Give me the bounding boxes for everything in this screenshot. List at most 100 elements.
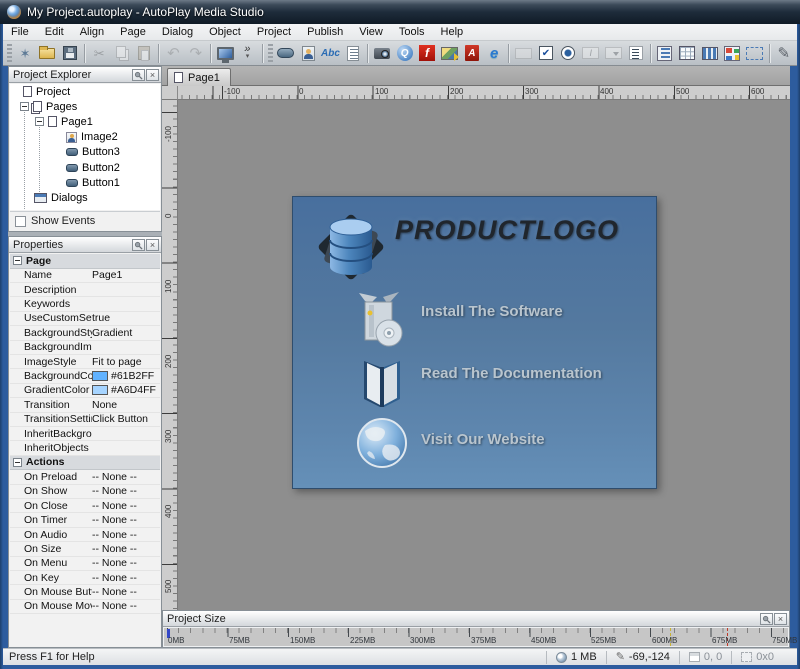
pin-icon[interactable] xyxy=(132,69,145,81)
install-software-button[interactable]: Install The Software xyxy=(421,303,563,320)
tab-page1[interactable]: Page1 xyxy=(167,68,231,86)
close-icon[interactable]: × xyxy=(774,613,787,625)
pdf-object-icon[interactable]: A xyxy=(461,42,483,65)
toolbar-grip-2[interactable] xyxy=(268,44,273,62)
image-object-icon[interactable] xyxy=(297,42,319,65)
menu-file[interactable]: File xyxy=(3,24,37,40)
layout-object-icon[interactable] xyxy=(721,42,743,65)
property-row[interactable]: GradientColor #A6D4FF xyxy=(10,384,160,398)
select-tool-icon[interactable] xyxy=(743,42,765,65)
website-button[interactable]: Visit Our Website xyxy=(421,431,545,448)
menu-dialog[interactable]: Dialog xyxy=(154,24,201,40)
label-object-icon[interactable]: Abc xyxy=(319,42,341,65)
combobox-object-icon[interactable] xyxy=(602,42,624,65)
paste-icon[interactable] xyxy=(133,42,155,65)
properties-header[interactable]: Properties × xyxy=(9,237,161,253)
pencil-tool-icon[interactable]: ✎ xyxy=(773,42,795,65)
action-row[interactable]: On Mouse Mov-- None -- xyxy=(10,600,160,614)
button-object-icon[interactable] xyxy=(275,42,297,65)
tree-node-page1[interactable]: Page1 xyxy=(10,114,160,129)
tree-node-pages[interactable]: Pages xyxy=(10,99,160,114)
video-object-icon[interactable] xyxy=(371,42,393,65)
action-row[interactable]: On Audio-- None -- xyxy=(10,528,160,542)
collapse-icon[interactable] xyxy=(20,102,29,111)
section-actions[interactable]: Actions xyxy=(10,456,160,471)
menu-align[interactable]: Align xyxy=(72,24,112,40)
product-logo-text[interactable]: PRODUCTLOGO xyxy=(395,215,619,246)
property-row[interactable]: BackgroundStylGradient xyxy=(10,326,160,340)
listbox-object-icon[interactable] xyxy=(624,42,646,65)
action-row[interactable]: On Close-- None -- xyxy=(10,499,160,513)
tree-node-button2[interactable]: Button2 xyxy=(10,160,160,175)
tree-node-image2[interactable]: Image2 xyxy=(10,130,160,145)
title-bar[interactable]: My Project.autoplay - AutoPlay Media Stu… xyxy=(0,0,800,24)
action-row[interactable]: On Show-- None -- xyxy=(10,485,160,499)
menu-tools[interactable]: Tools xyxy=(391,24,433,40)
new-project-icon[interactable]: ✶ xyxy=(14,42,36,65)
project-size-header[interactable]: Project Size × xyxy=(163,611,789,627)
property-row[interactable]: BackgroundIma xyxy=(10,341,160,355)
web-object-icon[interactable]: e xyxy=(483,42,505,65)
collapse-icon[interactable] xyxy=(13,458,22,467)
hotspot-object-icon[interactable] xyxy=(698,42,720,65)
tree-node-dialogs[interactable]: Dialogs xyxy=(10,190,160,205)
pin-icon[interactable] xyxy=(760,613,773,625)
tree-object-icon[interactable] xyxy=(654,42,676,65)
property-row[interactable]: Keywords xyxy=(10,297,160,311)
menu-project[interactable]: Project xyxy=(249,24,299,40)
collapse-icon[interactable] xyxy=(35,117,44,126)
action-row[interactable]: On Menu-- None -- xyxy=(10,557,160,571)
radio-object-icon[interactable] xyxy=(557,42,579,65)
menu-help[interactable]: Help xyxy=(433,24,472,40)
property-row[interactable]: Description xyxy=(10,283,160,297)
property-row[interactable]: InheritBackgrou xyxy=(10,427,160,441)
copy-icon[interactable] xyxy=(110,42,132,65)
grid-object-icon[interactable] xyxy=(676,42,698,65)
quicktime-object-icon[interactable]: Q xyxy=(393,42,415,65)
paragraph-object-icon[interactable] xyxy=(342,42,364,65)
property-row[interactable]: BackgroundCol #61B2FF xyxy=(10,369,160,383)
toolbar-overflow-button[interactable]: »▾ xyxy=(236,42,258,65)
open-icon[interactable] xyxy=(36,42,58,65)
menu-edit[interactable]: Edit xyxy=(37,24,72,40)
input-object-icon[interactable] xyxy=(512,42,534,65)
tree-node-project[interactable]: Project xyxy=(10,84,160,99)
action-row[interactable]: On Timer-- None -- xyxy=(10,513,160,527)
collapse-icon[interactable] xyxy=(13,256,22,265)
property-row[interactable]: InheritObjects xyxy=(10,441,160,455)
slideshow-object-icon[interactable] xyxy=(438,42,460,65)
property-row[interactable]: NamePage1 xyxy=(10,269,160,283)
tree-node-button1[interactable]: Button1 xyxy=(10,175,160,190)
edit-object-icon[interactable]: I xyxy=(580,42,602,65)
website-globe-icon[interactable] xyxy=(355,417,409,471)
action-row[interactable]: On Key-- None -- xyxy=(10,571,160,585)
property-row[interactable]: UseCustomSetttrue xyxy=(10,312,160,326)
color-swatch[interactable] xyxy=(92,371,108,381)
documentation-button[interactable]: Read The Documentation xyxy=(421,365,602,382)
close-icon[interactable]: × xyxy=(146,69,159,81)
action-row[interactable]: On Preload-- None -- xyxy=(10,470,160,484)
menu-object[interactable]: Object xyxy=(201,24,249,40)
pin-icon[interactable] xyxy=(132,239,145,251)
redo-icon[interactable]: ↷ xyxy=(185,42,207,65)
cut-icon[interactable]: ✂ xyxy=(88,42,110,65)
property-row[interactable]: ImageStyleFit to page xyxy=(10,355,160,369)
checkbox-object-icon[interactable]: ✔ xyxy=(535,42,557,65)
section-page[interactable]: Page xyxy=(10,254,160,269)
property-row[interactable]: TransitionSettinClick Button xyxy=(10,413,160,427)
product-logo-icon[interactable] xyxy=(307,203,395,291)
project-explorer-header[interactable]: Project Explorer × xyxy=(9,67,161,83)
action-row[interactable]: On Mouse Butt-- None -- xyxy=(10,585,160,599)
undo-icon[interactable]: ↶ xyxy=(162,42,184,65)
action-row[interactable]: On Size-- None -- xyxy=(10,542,160,556)
flash-object-icon[interactable]: f xyxy=(416,42,438,65)
property-row[interactable]: TransitionNone xyxy=(10,398,160,412)
menu-view[interactable]: View xyxy=(351,24,391,40)
canvas-viewport[interactable]: PRODUCTLOGO Install The Software xyxy=(178,100,790,610)
install-software-icon[interactable] xyxy=(357,289,405,349)
save-icon[interactable] xyxy=(59,42,81,65)
menu-publish[interactable]: Publish xyxy=(299,24,351,40)
color-swatch[interactable] xyxy=(92,385,108,395)
toolbar-grip[interactable] xyxy=(7,44,12,62)
tree-node-button3[interactable]: Button3 xyxy=(10,145,160,160)
